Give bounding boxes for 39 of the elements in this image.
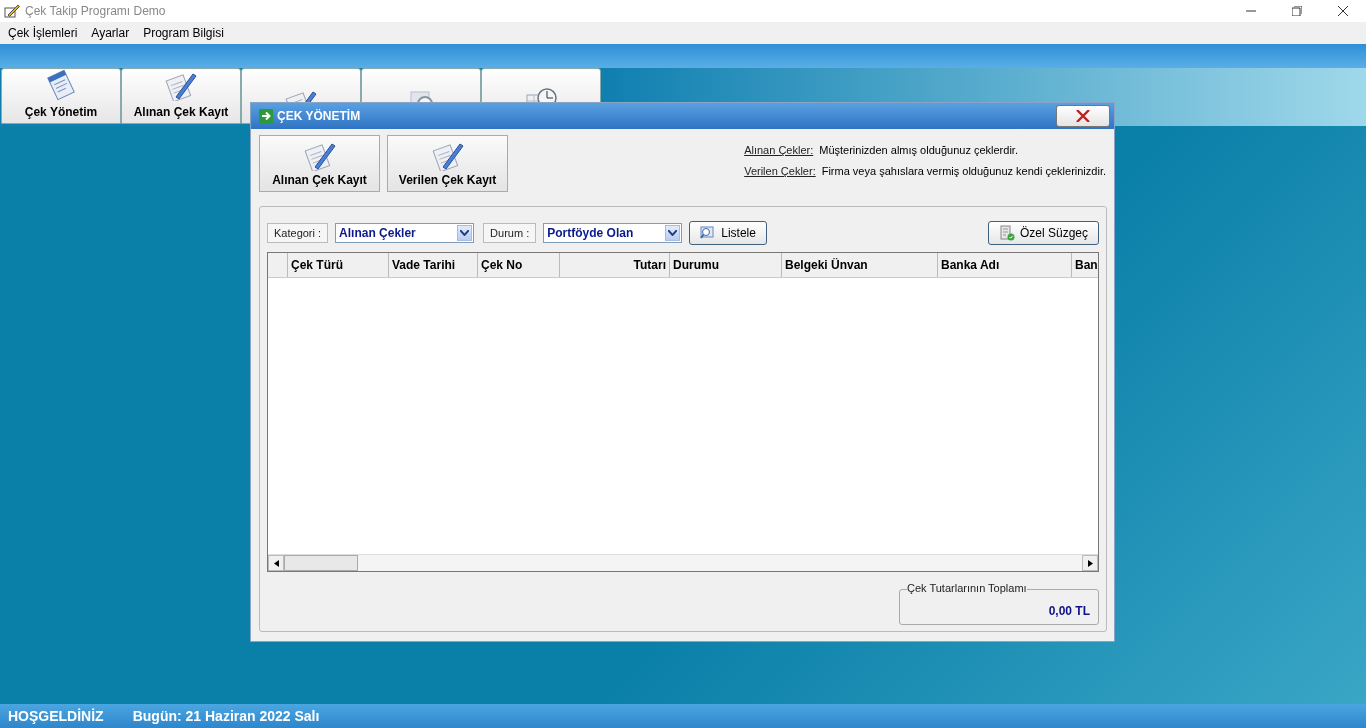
- legend-term: Verilen Çekler:: [744, 165, 816, 177]
- status-dropdown[interactable]: Portföyde Olan: [543, 223, 683, 243]
- scroll-right-icon[interactable]: [1082, 555, 1098, 571]
- legend-text: Firma veya şahıslara vermiş olduğunuz kendi çeklerinizdir.: [821, 165, 1106, 177]
- close-icon: [1076, 110, 1090, 122]
- close-button[interactable]: [1056, 105, 1110, 127]
- column-header[interactable]: Durumu: [670, 253, 782, 277]
- scrollbar-thumb[interactable]: [284, 555, 358, 571]
- column-header[interactable]: Çek Türü: [288, 253, 389, 277]
- column-header[interactable]: Belgeki Ünvan: [782, 253, 938, 277]
- column-header[interactable]: Vade Tarihi: [389, 253, 478, 277]
- welcome-text: HOŞGELDİNİZ: [8, 708, 104, 724]
- date-text: Bugün: 21 Haziran 2022 Salı: [132, 708, 320, 724]
- legend-text: Müşterinizden almış olduğunuz çeklerdir.: [819, 144, 1018, 156]
- window-title: Çek Takip Programı Demo: [25, 4, 167, 18]
- menu-item[interactable]: Çek İşlemleri: [1, 26, 85, 40]
- toolbar-tab[interactable]: Alınan Çek Kayıt: [121, 68, 241, 124]
- dialog-title: ÇEK YÖNETİM: [277, 109, 362, 123]
- calculator-check-icon: [998, 225, 1015, 241]
- column-header[interactable]: Banka Adı: [938, 253, 1072, 277]
- list-button[interactable]: Listele: [689, 221, 767, 245]
- legend-term: Alınan Çekler:: [744, 144, 814, 156]
- column-header[interactable]: Çek No: [478, 253, 560, 277]
- total-value: 0,00 TL: [1048, 604, 1090, 618]
- record-button[interactable]: Alınan Çek Kayıt: [259, 135, 380, 192]
- filter-label: Kategori :: [267, 223, 329, 243]
- menu-item[interactable]: Program Bilgisi: [136, 26, 231, 40]
- category-dropdown[interactable]: Alınan Çekler: [335, 223, 475, 243]
- pen-document-icon: [4, 3, 20, 19]
- toolbar-tab[interactable]: Çek Yönetim: [1, 68, 121, 124]
- custom-filter-button[interactable]: Özel Süzgeç: [987, 221, 1099, 245]
- total-label: Çek Tutarlarının Toplamı: [907, 582, 1027, 594]
- filter-label: Durum :: [483, 223, 537, 243]
- arrow-right-icon: [259, 109, 273, 123]
- scroll-left-icon[interactable]: [268, 555, 284, 571]
- menu-item[interactable]: Ayarlar: [84, 26, 137, 40]
- record-button[interactable]: Verilen Çek Kayıt: [387, 135, 508, 192]
- column-header[interactable]: Ban: [1072, 253, 1098, 277]
- column-header[interactable]: Tutarı: [560, 253, 670, 277]
